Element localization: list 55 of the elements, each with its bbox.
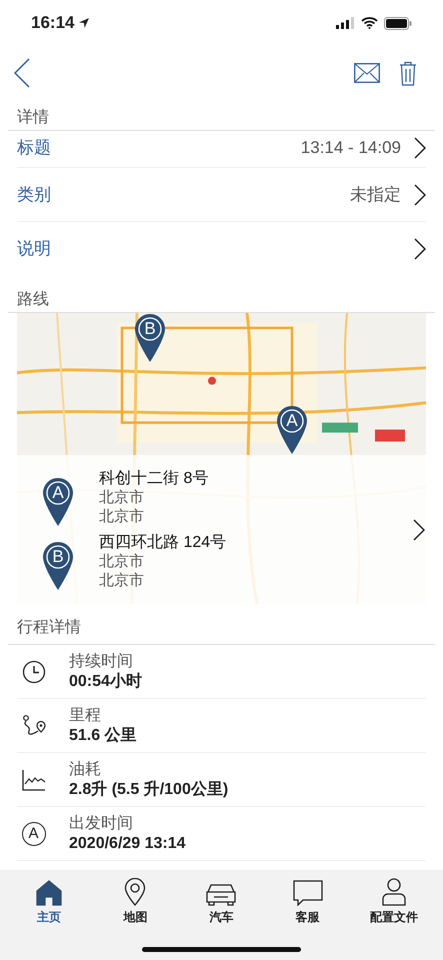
row-value: 13:14 - 14:09 [300, 137, 401, 160]
trip-value: 51.6 公里 [69, 726, 137, 746]
tab-bar-item[interactable]: 地图 [95, 876, 176, 926]
stop-region: 北京市 [99, 570, 145, 590]
chat-icon [292, 880, 323, 906]
map-pin-icon: B [134, 313, 166, 363]
chevron-right-icon [414, 184, 426, 206]
trip-value: 2020/6/29 13:14 [69, 834, 186, 854]
location-pin-icon [124, 878, 146, 906]
stop-city: 北京市 [99, 552, 145, 570]
trip-value: 2.8升 (5.5 升/100公里) [69, 780, 228, 800]
stop-region: 北京市 [99, 506, 145, 526]
route-icon [22, 714, 46, 738]
stop-pin-icon: A [42, 476, 74, 526]
tab-bar-item[interactable]: 客服 [268, 876, 348, 926]
status-time: 16:14 [31, 12, 74, 34]
trip-label: 里程 [69, 706, 102, 726]
row-value: 未指定 [350, 184, 401, 206]
section-header: 行程详情 [17, 619, 81, 636]
clock-icon [22, 660, 46, 684]
stop-pin-icon: B [42, 540, 74, 590]
chevron-right-icon [414, 137, 426, 159]
start-marker-icon: A [22, 822, 46, 846]
car-icon [205, 882, 238, 906]
chevron-right-icon [413, 518, 425, 540]
line-chart-icon [22, 768, 46, 792]
trip-label: 持续时间 [69, 652, 134, 672]
row-label: 类别 [17, 184, 51, 206]
signal-icon [336, 17, 355, 29]
trip-value: 00:54小时 [69, 672, 142, 692]
battery-icon [384, 16, 412, 30]
trip-label: 油耗 [69, 760, 102, 780]
tab-bar-item[interactable]: 配置文件 [354, 876, 434, 926]
row-label: 说明 [17, 238, 51, 260]
location-arrow-icon [78, 17, 90, 29]
detail-row[interactable]: 说明 [17, 222, 426, 276]
back-button[interactable] [12, 56, 32, 90]
section-header: 路线 [17, 291, 49, 308]
detail-row[interactable]: 类别 未指定 [17, 168, 426, 222]
mail-icon[interactable] [354, 63, 380, 83]
home-icon [36, 880, 62, 906]
stop-street: 西四环北路 124号 [99, 532, 226, 552]
stop-city: 北京市 [99, 488, 145, 506]
detail-row[interactable]: 标题 13:14 - 14:09 [17, 131, 426, 168]
section-header: 详情 [17, 109, 49, 126]
stop-street: 科创十二街 8号 [99, 468, 208, 488]
row-label: 标题 [17, 137, 51, 160]
trash-icon[interactable] [399, 60, 417, 86]
trip-label: 出发时间 [69, 814, 134, 834]
tab-bar-item[interactable]: 汽车 [181, 876, 262, 926]
chevron-right-icon [414, 238, 426, 260]
wifi-icon [361, 17, 378, 29]
tab-bar-item[interactable]: 主页 [9, 876, 90, 926]
map-pin-icon: A [276, 405, 308, 455]
person-icon [382, 878, 406, 906]
